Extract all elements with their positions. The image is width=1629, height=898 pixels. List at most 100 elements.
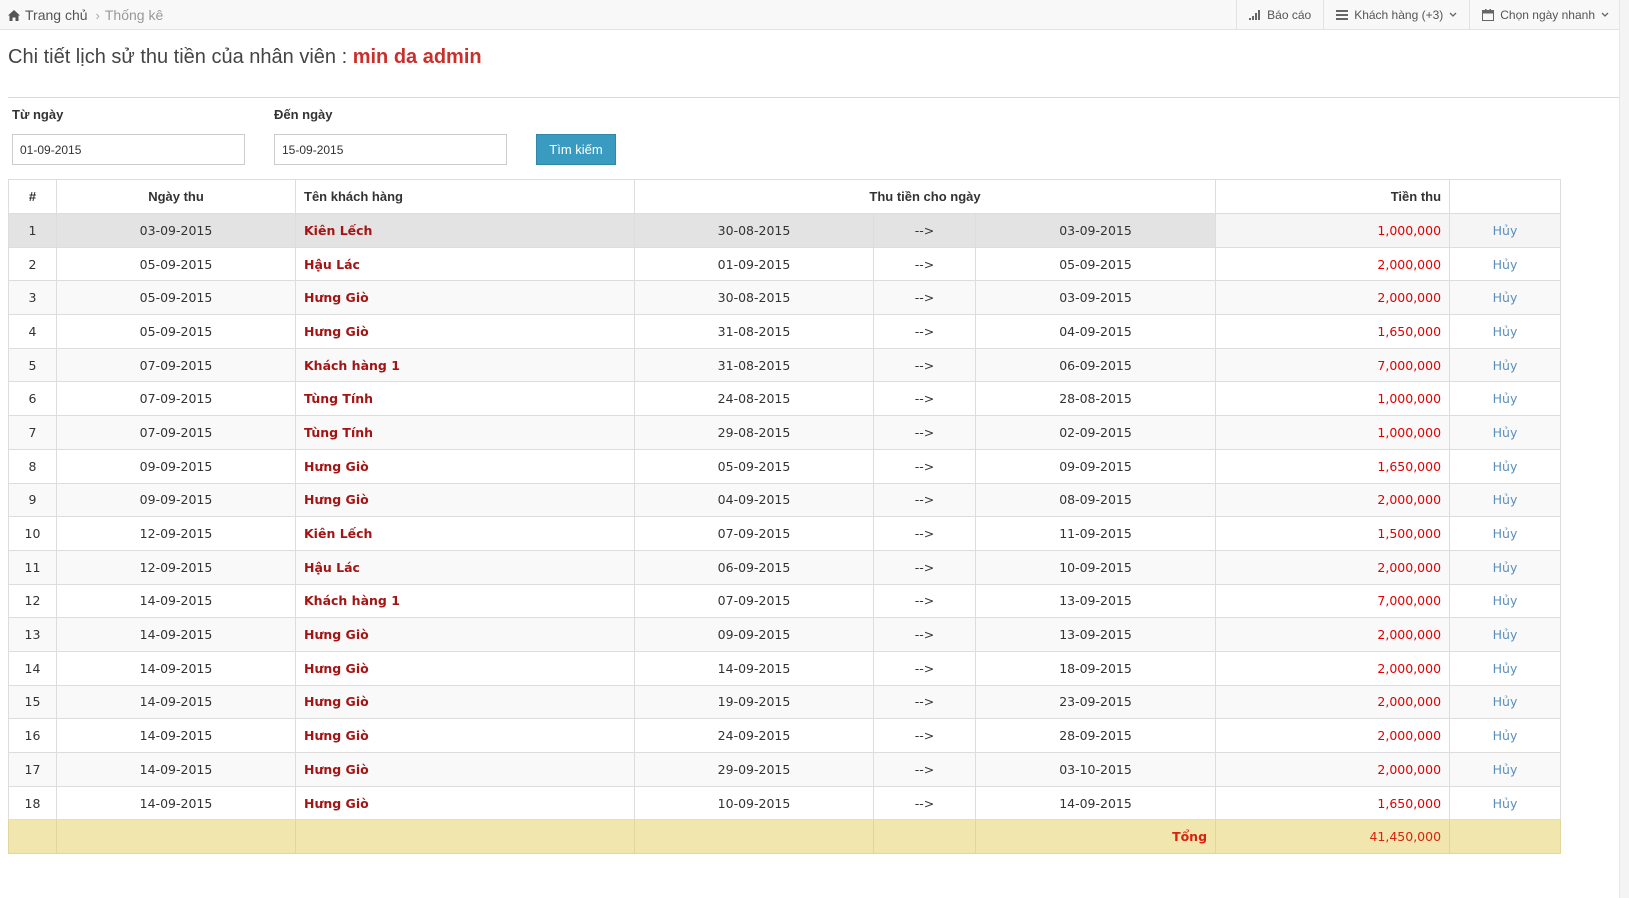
cancel-payment-link[interactable]: Hủy [1493,593,1518,608]
from-date-input[interactable] [12,134,245,165]
row-date: 12-09-2015 [56,516,296,551]
row-index: 17 [8,752,57,787]
cancel-payment-link[interactable]: Hủy [1493,358,1518,373]
row-period-arrow: --> [873,718,976,753]
row-period-arrow: --> [873,448,976,484]
header-action [1449,179,1562,214]
list-icon [1336,10,1349,20]
payment-history-table: # Ngày thu Tên khách hàng Thu tiền cho n… [8,179,1562,855]
row-customer: Hưng Giò [295,752,635,787]
row-period-from: 07-09-2015 [634,516,874,551]
report-menu-button[interactable]: Báo cáo [1236,0,1323,30]
row-period-from: 31-08-2015 [634,314,874,349]
search-button[interactable]: Tìm kiếm [536,134,616,165]
row-action: Hủy [1449,213,1562,248]
row-period-to: 04-09-2015 [974,314,1217,349]
cancel-payment-link[interactable]: Hủy [1493,560,1518,575]
row-action: Hủy [1449,381,1562,417]
row-index: 10 [8,516,57,551]
cancel-payment-link[interactable]: Hủy [1493,762,1518,777]
cancel-payment-link[interactable]: Hủy [1493,492,1518,507]
cancel-payment-link[interactable]: Hủy [1493,324,1518,339]
chevron-down-icon [1601,12,1609,18]
row-action: Hủy [1449,718,1562,753]
row-date: 07-09-2015 [56,381,296,417]
row-period-from: 29-09-2015 [634,752,874,787]
row-period-arrow: --> [873,785,976,821]
chevron-down-icon [1449,12,1457,18]
total-cell-empty [634,819,874,855]
table-row: 16 14-09-2015 Hưng Giò 24-09-2015 --> 28-09-2… [8,718,1562,753]
row-period-arrow: --> [873,752,976,787]
to-date-input[interactable] [274,134,507,165]
table-row: 3 05-09-2015 Hưng Giò 30-08-2015 --> 03-09-20… [8,280,1562,316]
row-action: Hủy [1449,448,1562,484]
row-amount: 2,000,000 [1215,482,1451,518]
cancel-payment-link[interactable]: Hủy [1493,661,1518,676]
row-amount: 2,000,000 [1215,684,1451,720]
cancel-payment-link[interactable]: Hủy [1493,694,1518,709]
customers-menu-button[interactable]: Khách hàng (+3) [1323,0,1469,30]
header-amount: Tiền thu [1215,179,1451,214]
row-customer: Hưng Giò [295,314,635,349]
row-amount: 7,000,000 [1215,347,1451,383]
row-period-to: 28-09-2015 [974,718,1217,753]
row-action: Hủy [1449,549,1562,585]
row-amount: 2,000,000 [1215,617,1451,652]
row-amount: 7,000,000 [1215,583,1451,619]
row-action: Hủy [1449,246,1562,282]
row-period-arrow: --> [873,583,976,619]
cancel-payment-link[interactable]: Hủy [1493,425,1518,440]
cancel-payment-link[interactable]: Hủy [1493,796,1518,811]
breadcrumb-home[interactable]: Trang chủ [8,7,88,23]
table-row: 15 14-09-2015 Hưng Giò 19-09-2015 --> 23-09-2… [8,684,1562,720]
table-header-row: # Ngày thu Tên khách hàng Thu tiền cho n… [8,179,1562,214]
row-amount: 1,650,000 [1215,448,1451,484]
table-row: 1 03-09-2015 Kiên Lếch 30-08-2015 --> 03-09-2… [8,213,1562,248]
total-cell-empty [873,819,976,855]
cancel-payment-link[interactable]: Hủy [1493,627,1518,642]
row-index: 16 [8,718,57,753]
row-period-to: 10-09-2015 [974,549,1217,585]
cancel-payment-link[interactable]: Hủy [1493,391,1518,406]
row-period-to: 08-09-2015 [974,482,1217,518]
row-customer: Hậu Lác [295,246,635,282]
top-menu: Báo cáo Khách hàng (+3) Chọn ngày nhanh [1236,0,1629,30]
row-period-from: 24-08-2015 [634,381,874,417]
row-customer: Tùng Tính [295,381,635,417]
row-action: Hủy [1449,347,1562,383]
row-action: Hủy [1449,650,1562,686]
row-date: 14-09-2015 [56,617,296,652]
row-date: 14-09-2015 [56,752,296,787]
total-cell-empty [56,819,296,855]
table-row: 11 12-09-2015 Hậu Lác 06-09-2015 --> 10-09-20… [8,549,1562,585]
employee-name: min da admin [352,46,482,68]
cancel-payment-link[interactable]: Hủy [1493,728,1518,743]
home-icon [8,9,20,21]
row-period-to: 13-09-2015 [974,617,1217,652]
row-period-arrow: --> [873,482,976,518]
row-amount: 2,000,000 [1215,280,1451,316]
cancel-payment-link[interactable]: Hủy [1493,290,1518,305]
row-date: 07-09-2015 [56,415,296,450]
quick-date-menu-button[interactable]: Chọn ngày nhanh [1469,0,1629,30]
cancel-payment-link[interactable]: Hủy [1493,459,1518,474]
row-period-to: 02-09-2015 [974,415,1217,450]
row-period-from: 07-09-2015 [634,583,874,619]
cancel-payment-link[interactable]: Hủy [1493,257,1518,272]
cancel-payment-link[interactable]: Hủy [1493,526,1518,541]
row-period-arrow: --> [873,246,976,282]
page-scrollbar[interactable] [1619,0,1629,898]
row-period-from: 01-09-2015 [634,246,874,282]
row-period-arrow: --> [873,314,976,349]
table-row: 2 05-09-2015 Hậu Lác 01-09-2015 --> 05-09-201… [8,246,1562,282]
breadcrumb-current: Thống kê [104,7,164,23]
cancel-payment-link[interactable]: Hủy [1493,223,1518,238]
row-customer: Hưng Giò [295,718,635,753]
row-period-from: 06-09-2015 [634,549,874,585]
row-action: Hủy [1449,785,1562,821]
total-cell-empty [8,819,57,855]
row-customer: Khách hàng 1 [295,347,635,383]
row-customer: Kiên Lếch [295,213,635,248]
row-customer: Hưng Giò [295,617,635,652]
